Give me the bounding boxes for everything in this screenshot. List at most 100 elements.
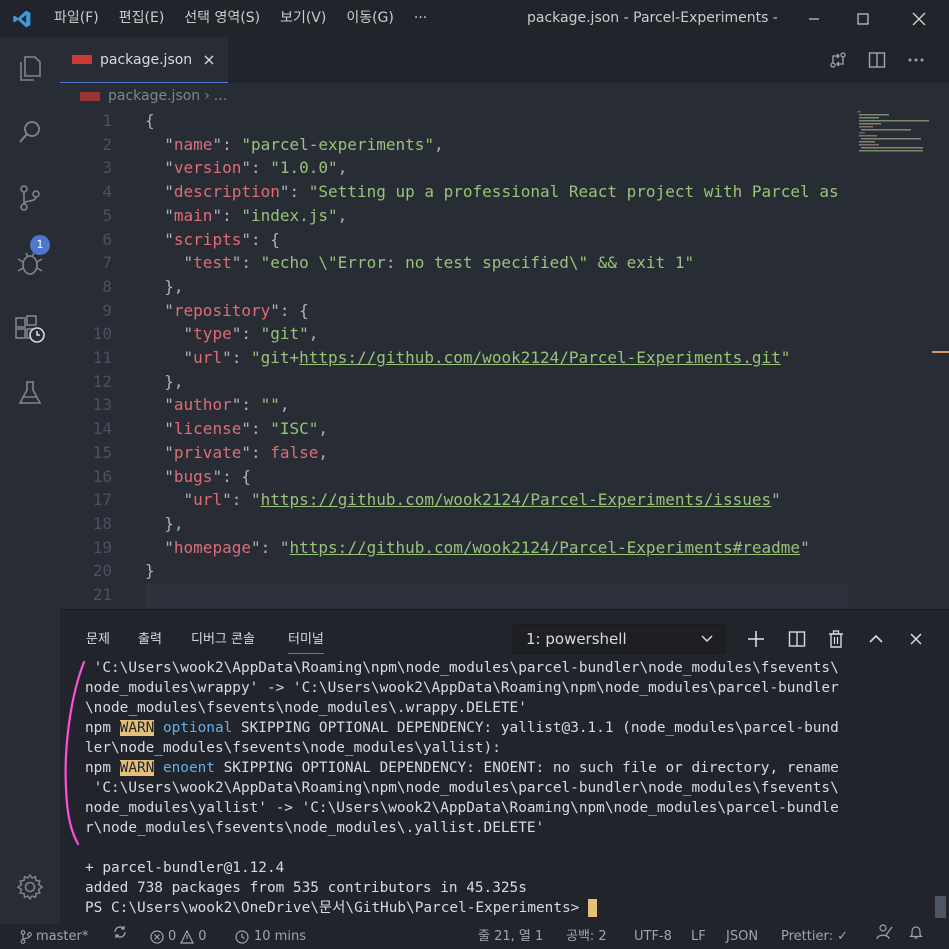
panel-tab-output[interactable]: 출력	[138, 628, 162, 647]
terminal-output[interactable]: 'C:\Users\wook2\AppData\Roaming\npm\node…	[85, 658, 885, 918]
code-line[interactable]: 7 "test": "echo \"Error: no test specifi…	[60, 251, 860, 275]
code-line[interactable]: 13 "author": "",	[60, 393, 860, 417]
terminal-line: PS C:\Users\wook2\OneDrive\문서\GitHub\Par…	[85, 898, 885, 918]
code-line[interactable]: 19 "homepage": "https://github.com/wook2…	[60, 536, 860, 560]
menu-selection[interactable]: 선택 영역(S)	[174, 0, 270, 37]
code-text: "author": "",	[145, 393, 289, 417]
code-link[interactable]: https://github.com/wook2124/Parcel-Exper…	[299, 348, 781, 367]
code-line[interactable]: 9 "repository": {	[60, 299, 860, 323]
code-editor[interactable]: 1{2 "name": "parcel-experiments", 3 "vers…	[60, 109, 949, 609]
source-control-icon[interactable]	[0, 170, 60, 226]
eol-status[interactable]: LF	[691, 924, 706, 949]
close-panel-icon[interactable]	[901, 624, 931, 654]
code-token: "	[780, 348, 791, 367]
code-line[interactable]: 21	[60, 583, 860, 607]
panel-tab-terminal[interactable]: 터미널	[288, 628, 324, 654]
npm-file-icon	[80, 91, 100, 101]
line-number: 7	[102, 253, 112, 273]
code-token: "	[250, 490, 261, 510]
panel-tab-problems[interactable]: 문제	[86, 628, 110, 647]
language-mode-status[interactable]: JSON	[726, 924, 758, 949]
minimap[interactable]	[855, 109, 940, 154]
prettier-status[interactable]: Prettier: ✓	[781, 924, 848, 949]
terminal-selector[interactable]: 1: powershell	[513, 624, 725, 654]
terminal-selector-value: 1: powershell	[526, 630, 627, 648]
chevron-up-icon[interactable]	[861, 624, 891, 654]
code-token: "	[800, 537, 810, 557]
minimize-button[interactable]	[787, 0, 841, 37]
menu-more[interactable]: ···	[404, 0, 437, 37]
menu-view[interactable]: 보기(V)	[270, 0, 336, 37]
terminal-text: node_modules\wrappy' -> 'C:\Users\wook2\…	[85, 680, 839, 696]
code-line[interactable]: 14 "license": "ISC",	[60, 417, 860, 441]
code-line[interactable]: 2 "name": "parcel-experiments",	[60, 133, 860, 157]
overview-ruler-marker	[932, 351, 949, 353]
code-line[interactable]: 20}	[60, 559, 860, 583]
menu-edit[interactable]: 편집(E)	[109, 0, 175, 37]
code-line[interactable]: 15 "private": false,	[60, 441, 860, 465]
code-token: "	[145, 442, 174, 462]
terminal-text: added 738 packages from 535 contributors…	[85, 880, 527, 896]
code-token: "	[145, 229, 174, 249]
code-token: "git"	[260, 324, 309, 344]
time-tracker-status[interactable]: 10 mins	[234, 924, 306, 949]
line-number: 16	[92, 466, 112, 486]
problems-status[interactable]: 0 0	[150, 924, 207, 949]
settings-gear-icon[interactable]	[0, 859, 60, 915]
code-line[interactable]: 5 "main": "index.js",	[60, 204, 860, 228]
code-line[interactable]: 10 "type": "git",	[60, 322, 860, 346]
branch-status[interactable]: master*	[20, 924, 88, 949]
breadcrumb-ellipsis[interactable]: ...	[214, 88, 227, 104]
feedback-icon[interactable]	[875, 924, 893, 940]
encoding-status[interactable]: UTF-8	[634, 924, 672, 949]
close-window-button[interactable]	[892, 0, 946, 37]
split-editor-icon[interactable]	[857, 37, 897, 83]
explorer-icon[interactable]	[0, 40, 60, 96]
sync-icon[interactable]	[112, 924, 128, 940]
cursor-position[interactable]: 줄 21, 열 1	[478, 924, 543, 949]
code-link[interactable]: https://github.com/wook2124/Parcel-Exper…	[290, 538, 801, 557]
line-number: 20	[92, 561, 112, 581]
indentation-status[interactable]: 공백: 2	[566, 924, 607, 949]
more-actions-icon[interactable]	[896, 37, 936, 83]
debug-icon[interactable]	[0, 235, 60, 291]
search-icon[interactable]	[0, 104, 60, 160]
terminal-scrollbar[interactable]	[935, 896, 946, 918]
code-token: ,	[337, 205, 348, 225]
menu-go[interactable]: 이동(G)	[336, 0, 404, 37]
code-line[interactable]: 1{	[60, 109, 860, 133]
code-token: ":	[241, 419, 271, 439]
code-line[interactable]: 11 "url": "git+https://github.com/wook21…	[60, 346, 860, 370]
new-terminal-icon[interactable]	[741, 624, 771, 654]
terminal-line: + parcel-bundler@1.12.4	[85, 858, 885, 878]
open-changes-icon[interactable]	[818, 37, 858, 83]
code-line[interactable]: 12 },	[60, 370, 860, 394]
panel-tab-debug-console[interactable]: 디버그 콘솔	[191, 628, 255, 647]
breadcrumb-file[interactable]: package.json	[108, 88, 200, 104]
code-line[interactable]: 17 "url": "https://github.com/wook2124/P…	[60, 488, 860, 512]
split-terminal-icon[interactable]	[782, 624, 812, 654]
tab-close-icon[interactable]: ×	[202, 50, 215, 69]
code-token: description	[173, 182, 280, 202]
code-line[interactable]: 8 },	[60, 275, 860, 299]
code-line[interactable]: 4 "description": "Setting up a professio…	[60, 180, 860, 204]
code-line[interactable]: 18 },	[60, 512, 860, 536]
line-number: 5	[102, 205, 112, 225]
code-line[interactable]: 6 "scripts": {	[60, 228, 860, 252]
editor-tab-bar: package.json ×	[60, 37, 949, 83]
history-icon	[235, 929, 249, 944]
flask-icon[interactable]	[0, 365, 60, 421]
code-line[interactable]: 16 "bugs": {	[60, 465, 860, 489]
trash-icon[interactable]	[821, 624, 851, 654]
menu-file[interactable]: 파일(F)	[44, 0, 109, 37]
notifications-bell-icon[interactable]	[908, 924, 924, 940]
code-line[interactable]: 3 "version": "1.0.0",	[60, 156, 860, 180]
line-number: 2	[102, 134, 112, 154]
tab-package-json[interactable]: package.json ×	[60, 37, 228, 83]
extensions-icon[interactable]	[0, 301, 60, 357]
code-link[interactable]: https://github.com/wook2124/Parcel-Exper…	[261, 490, 772, 509]
line-number: 13	[92, 395, 112, 415]
maximize-button[interactable]	[836, 0, 890, 37]
